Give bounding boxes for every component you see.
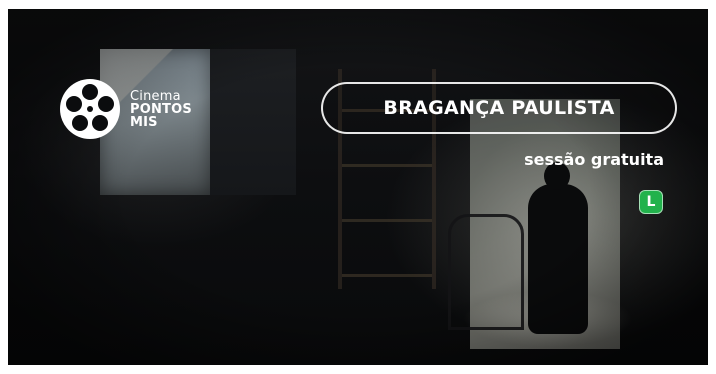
logo-line-mis: MIS	[130, 114, 158, 130]
cinema-pontos-mis-logo: Cinema PONTOS MIS	[58, 77, 192, 141]
age-rating-badge: L	[639, 190, 663, 214]
session-label: sessão gratuita	[524, 150, 664, 169]
film-reel-svg	[60, 79, 120, 139]
location-pill: BRAGANÇA PAULISTA	[321, 82, 677, 134]
logo-line-cinema: Cinema	[130, 88, 181, 104]
film-reel-icon	[58, 77, 122, 141]
logo-wordmark: Cinema PONTOS MIS	[130, 90, 192, 129]
video-frame[interactable]: Cinema PONTOS MIS BRAGANÇA PAULISTA sess…	[8, 9, 708, 365]
location-label: BRAGANÇA PAULISTA	[383, 97, 615, 119]
background-scene	[8, 9, 708, 365]
scene-vignette	[8, 9, 708, 365]
logo-line-pontos: PONTOS	[130, 101, 192, 117]
